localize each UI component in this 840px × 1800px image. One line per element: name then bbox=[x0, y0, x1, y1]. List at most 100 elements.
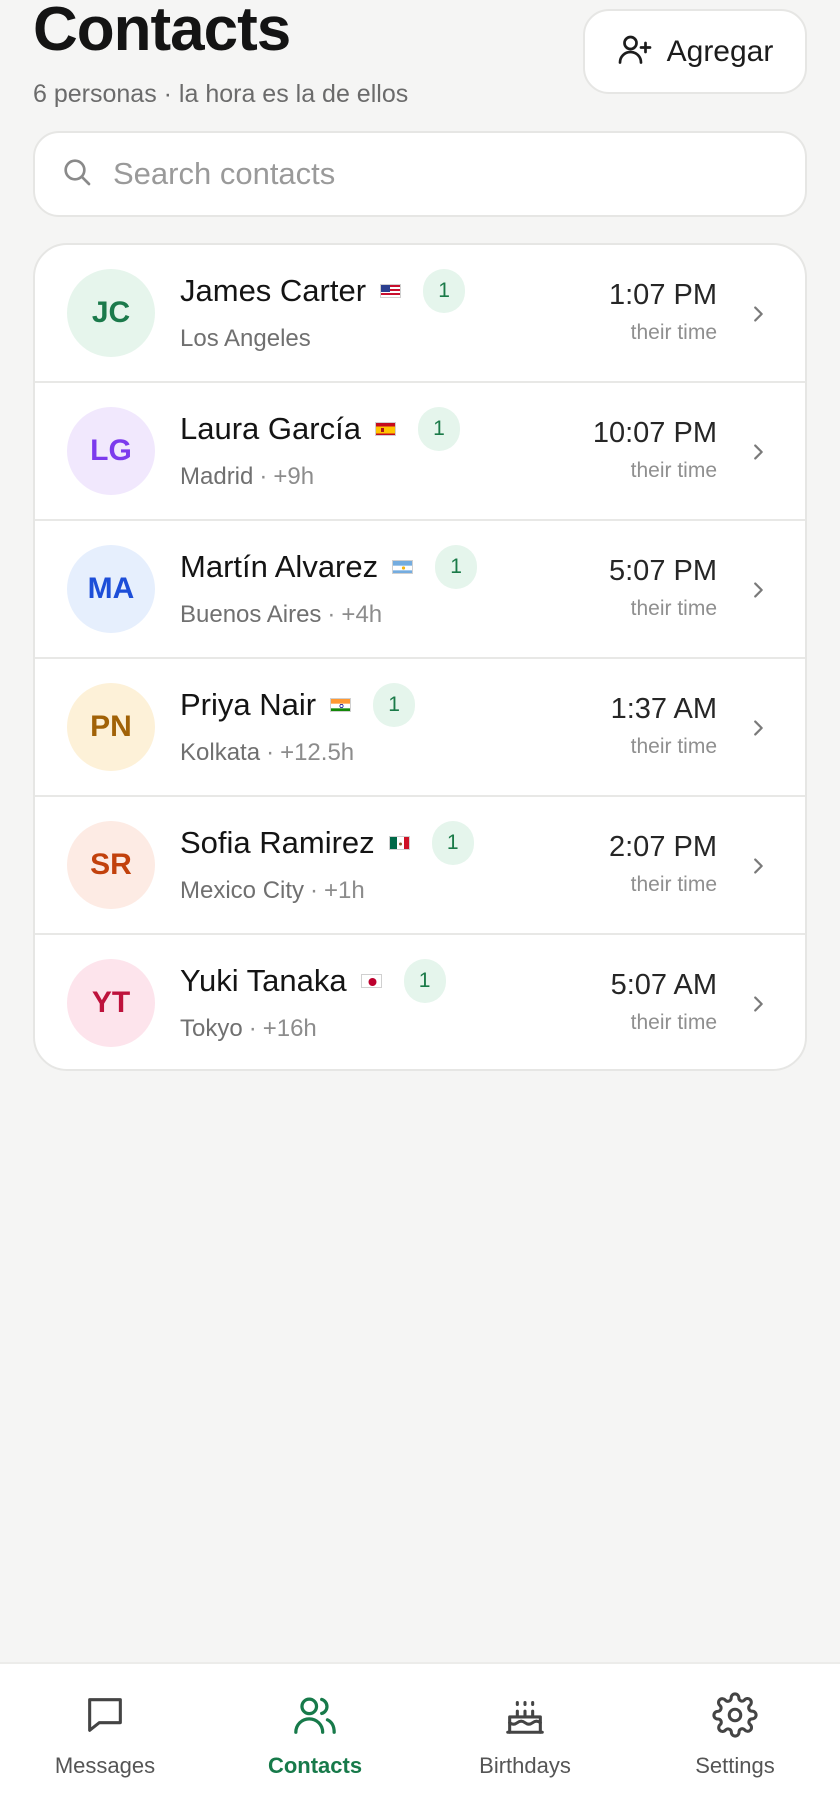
time-note: their time bbox=[630, 597, 717, 620]
contact-time: 5:07 PM bbox=[609, 555, 717, 587]
flag-in-icon bbox=[330, 698, 352, 712]
tab-label: Birthdays bbox=[479, 1753, 571, 1778]
contact-time: 10:07 PM bbox=[592, 417, 717, 449]
contact-name: Martín Alvarez bbox=[180, 549, 379, 584]
count-badge: 1 bbox=[431, 821, 474, 865]
contact-list: JC James Carter 1 Los Angeles 1:07 PM their t… bbox=[33, 243, 807, 1071]
tab-messages[interactable]: Messages bbox=[0, 1664, 210, 1800]
contact-location: Los Angeles bbox=[180, 325, 311, 353]
time-offset: +4h bbox=[341, 601, 383, 628]
time-note: their time bbox=[630, 873, 717, 896]
contact-location: Kolkata · +12.5h bbox=[180, 739, 354, 767]
time-offset: +12.5h bbox=[280, 739, 355, 766]
users-icon bbox=[292, 1692, 338, 1743]
tab-birthdays[interactable]: Birthdays bbox=[420, 1664, 630, 1800]
contacts-screen: Contacts 6 personas · la hora es la de e… bbox=[0, 0, 840, 1800]
page-subtitle: 6 personas · la hora es la de ellos bbox=[33, 80, 409, 108]
separator-dot: · bbox=[327, 601, 336, 628]
avatar: PN bbox=[67, 683, 155, 771]
contact-name: Priya Nair bbox=[180, 687, 317, 722]
chevron-right-icon bbox=[747, 717, 769, 744]
tab-settings[interactable]: Settings bbox=[630, 1664, 840, 1800]
search-input[interactable] bbox=[113, 156, 753, 192]
local-time: 10:07 PM their time bbox=[593, 415, 717, 483]
local-time: 5:07 AM their time bbox=[611, 967, 717, 1035]
tab-contacts[interactable]: Contacts bbox=[210, 1664, 420, 1800]
avatar: YT bbox=[67, 959, 155, 1047]
name-line: Laura García 1 bbox=[180, 407, 460, 451]
name-line: Yuki Tanaka 1 bbox=[180, 959, 446, 1003]
time-offset: +1h bbox=[324, 877, 365, 904]
contact-row[interactable]: MA Martín Alvarez 1 Buenos Aires · +4h 5:07 PM… bbox=[35, 521, 805, 659]
contact-row[interactable]: JC James Carter 1 Los Angeles 1:07 PM their t… bbox=[35, 245, 805, 383]
separator-dot: · bbox=[259, 463, 268, 490]
flag-jp-icon bbox=[360, 974, 382, 988]
separator-dot: · bbox=[310, 877, 319, 904]
contact-row[interactable]: SR Sofia Ramirez 1 Mexico City · +1h 2:07 PM th… bbox=[35, 797, 805, 935]
tab-label: Settings bbox=[695, 1753, 775, 1778]
contact-city: Tokyo bbox=[180, 1015, 243, 1042]
contact-city: Madrid bbox=[180, 463, 254, 490]
page-title: Contacts bbox=[33, 0, 291, 64]
time-note: their time bbox=[630, 1011, 717, 1034]
add-contact-button[interactable]: Agregar bbox=[583, 9, 807, 94]
local-time: 2:07 PM their time bbox=[609, 829, 717, 897]
count-badge: 1 bbox=[435, 545, 478, 589]
user-plus-icon bbox=[617, 31, 653, 72]
search-bar[interactable] bbox=[33, 131, 807, 217]
local-time: 1:07 PM their time bbox=[609, 277, 717, 345]
local-time: 5:07 PM their time bbox=[609, 553, 717, 621]
contact-name: James Carter bbox=[180, 273, 367, 308]
search-icon bbox=[61, 156, 93, 193]
header: Contacts 6 personas · la hora es la de e… bbox=[33, 0, 807, 120]
contact-row[interactable]: YT Yuki Tanaka 1 Tokyo · +16h 5:07 AM their tim… bbox=[35, 935, 805, 1069]
bottom-tab-bar: Messages Contacts Birthdays Settings bbox=[0, 1662, 840, 1800]
time-note: their time bbox=[630, 735, 717, 758]
contact-location: Mexico City · +1h bbox=[180, 877, 365, 905]
chevron-right-icon bbox=[747, 855, 769, 882]
tab-label: Messages bbox=[54, 1753, 156, 1778]
avatar: SR bbox=[67, 821, 155, 909]
count-badge: 1 bbox=[373, 683, 416, 727]
contact-row[interactable]: PN Priya Nair 1 Kolkata · +12.5h 1:37 AM their … bbox=[35, 659, 805, 797]
contact-name: Laura García bbox=[180, 411, 361, 446]
contact-city: Los Angeles bbox=[180, 325, 311, 352]
count-badge: 1 bbox=[423, 269, 466, 313]
contact-name: Sofia Ramirez bbox=[180, 825, 375, 860]
contact-time: 1:07 PM bbox=[609, 279, 717, 311]
local-time: 1:37 AM their time bbox=[611, 691, 717, 759]
flag-us-icon bbox=[380, 284, 402, 298]
message-square-icon bbox=[82, 1692, 128, 1743]
contact-city: Mexico City bbox=[180, 877, 305, 904]
contact-city: Kolkata bbox=[180, 739, 261, 766]
contact-time: 1:37 AM bbox=[610, 693, 717, 725]
chevron-right-icon bbox=[747, 441, 769, 468]
avatar: LG bbox=[67, 407, 155, 495]
contact-city: Buenos Aires bbox=[180, 601, 322, 628]
time-note: their time bbox=[630, 321, 717, 344]
chevron-right-icon bbox=[747, 303, 769, 330]
count-badge: 1 bbox=[403, 959, 446, 1003]
chevron-right-icon bbox=[747, 993, 769, 1020]
contact-row[interactable]: LG Laura García 1 Madrid · +9h 10:07 PM their t… bbox=[35, 383, 805, 521]
count-badge: 1 bbox=[417, 407, 460, 451]
contact-name: Yuki Tanaka bbox=[180, 963, 347, 998]
gear-icon bbox=[712, 1692, 758, 1743]
time-offset: +16h bbox=[262, 1015, 317, 1042]
time-offset: +9h bbox=[273, 463, 315, 490]
time-note: their time bbox=[630, 459, 717, 482]
cake-icon bbox=[502, 1692, 548, 1743]
contact-location: Tokyo · +16h bbox=[180, 1015, 317, 1043]
flag-es-icon bbox=[374, 422, 396, 436]
contact-time: 2:07 PM bbox=[609, 831, 717, 863]
separator-dot: · bbox=[266, 739, 275, 766]
chevron-right-icon bbox=[747, 579, 769, 606]
contact-location: Madrid · +9h bbox=[180, 463, 314, 491]
name-line: Priya Nair 1 bbox=[180, 683, 416, 727]
name-line: James Carter 1 bbox=[180, 269, 466, 313]
name-line: Sofia Ramirez 1 bbox=[180, 821, 474, 865]
add-contact-label: Agregar bbox=[666, 34, 774, 68]
avatar: JC bbox=[67, 269, 155, 357]
separator-dot: · bbox=[248, 1015, 257, 1042]
flag-ar-icon bbox=[392, 560, 414, 574]
